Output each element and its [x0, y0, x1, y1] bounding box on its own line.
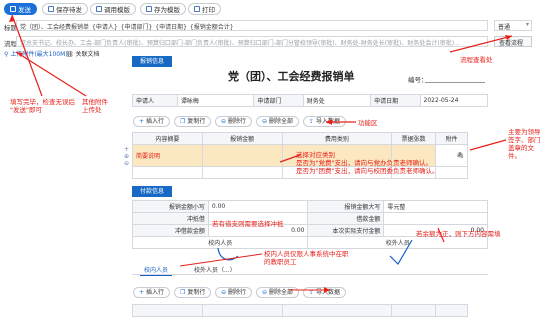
- annotation-attachment: 其他附件 上传处: [82, 98, 108, 114]
- annotation-balance: 若余额为正，则下方内容需填: [416, 230, 501, 238]
- check-mark-blue-2: [389, 239, 413, 265]
- annotation-send: 填写完毕，检查无误后 "发送"即可: [10, 98, 75, 114]
- annotation-toolbar: 功能区: [358, 119, 378, 127]
- arrowhead-bottom: [324, 287, 330, 293]
- annotation-flow: 流程查看处: [460, 56, 493, 64]
- arrow-send: [11, 14, 43, 97]
- annotation-category: 选择对应类别 是否为"党费"支出，请向与党办负责老师确认。 是否为"团费"支出，…: [296, 151, 439, 175]
- arrowhead-send: [9, 15, 15, 22]
- arrowhead-toolbar: [326, 119, 332, 125]
- arrow-attachment-cell: [469, 139, 507, 151]
- annotation-loan: 若有借支则需要选择冲抵: [212, 220, 284, 228]
- annotation-arrows: [9, 14, 513, 293]
- arrow-flow: [449, 35, 513, 53]
- annotation-school-staff: 校内人员仅限人事系统中在职 的教职员工: [264, 250, 349, 266]
- arrow-attachment: [15, 51, 87, 97]
- annotation-leader-docs: 主要为领导 签字、部门 盖章的文 件。: [508, 128, 541, 160]
